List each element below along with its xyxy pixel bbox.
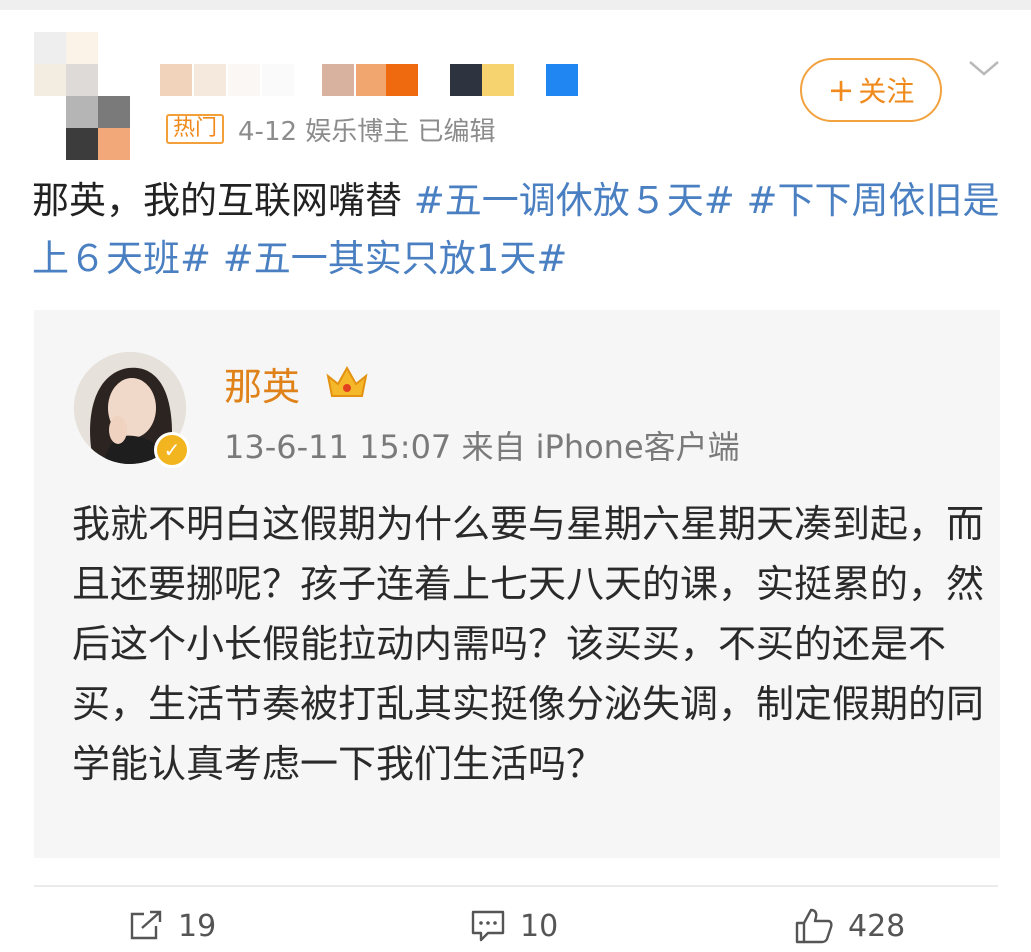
avatar[interactable] [34,32,130,160]
username-pixel [322,64,354,96]
avatar-pixel [66,128,98,160]
username-pixel [160,64,192,96]
username-pixel [194,64,226,96]
hashtag-link[interactable]: #五一其实只放1天# [223,237,568,280]
avatar-pixel [66,32,98,64]
post-meta: 热门 4-12 娱乐博主 已编辑 [166,112,496,147]
divider [34,885,998,887]
avatar-pixel [98,96,130,128]
embedded-screenshot[interactable]: ✓ 那英 13-6-11 15:07 来自 iPhone客户端 我就不明白这假期… [34,310,1000,858]
username-pixel [546,64,578,96]
embedded-meta: 13-6-11 15:07 来自 iPhone客户端 [224,428,740,466]
username-pixel [450,64,482,96]
username-pixel [482,64,514,96]
top-strip [0,0,1031,10]
repost-button[interactable]: 19 [128,904,216,948]
chevron-down-icon[interactable] [966,54,1002,82]
follow-label: 关注 [858,75,915,108]
embedded-body: 我就不明白这假期为什么要与星期六星期天凑到起，而且还要挪呢？孩子连着上七天八天的… [72,502,985,786]
comment-icon [471,910,505,942]
embedded-name: 那英 [224,365,301,409]
hashtag-link[interactable]: #五一调休放５天# [414,179,735,222]
comment-button[interactable]: 10 [470,904,558,948]
post-meta-text: 4-12 娱乐博主 已编辑 [238,116,496,147]
username-pixel [386,64,418,96]
comment-count: 10 [520,908,559,944]
post-text-plain: 那英，我的互联网嘴替 [32,179,414,222]
like-count: 428 [848,908,906,944]
repost-icon [130,910,162,940]
username-pixel [262,64,294,96]
username-pixel [228,64,260,96]
follow-button[interactable]: + 关注 [800,58,942,122]
avatar-pixel [98,128,130,160]
hot-badge[interactable]: 热门 [166,114,225,144]
username-pixel [356,64,388,96]
username-pixel [516,64,548,96]
verified-icon: ✓ [154,432,190,468]
like-button[interactable]: 428 [794,904,905,948]
repost-count: 19 [178,908,217,944]
avatar-pixel [66,64,98,96]
avatar-pixel [34,32,66,64]
avatar-pixel [34,64,66,96]
post-text: 那英，我的互联网嘴替 #五一调休放５天# #下下周依旧是上６天班# #五一其实只… [32,172,1002,288]
like-icon [795,908,833,944]
crown-icon [326,365,368,397]
follow-plus-icon: + [827,71,855,109]
avatar-pixel [66,96,98,128]
username-mosaic[interactable] [160,64,590,96]
